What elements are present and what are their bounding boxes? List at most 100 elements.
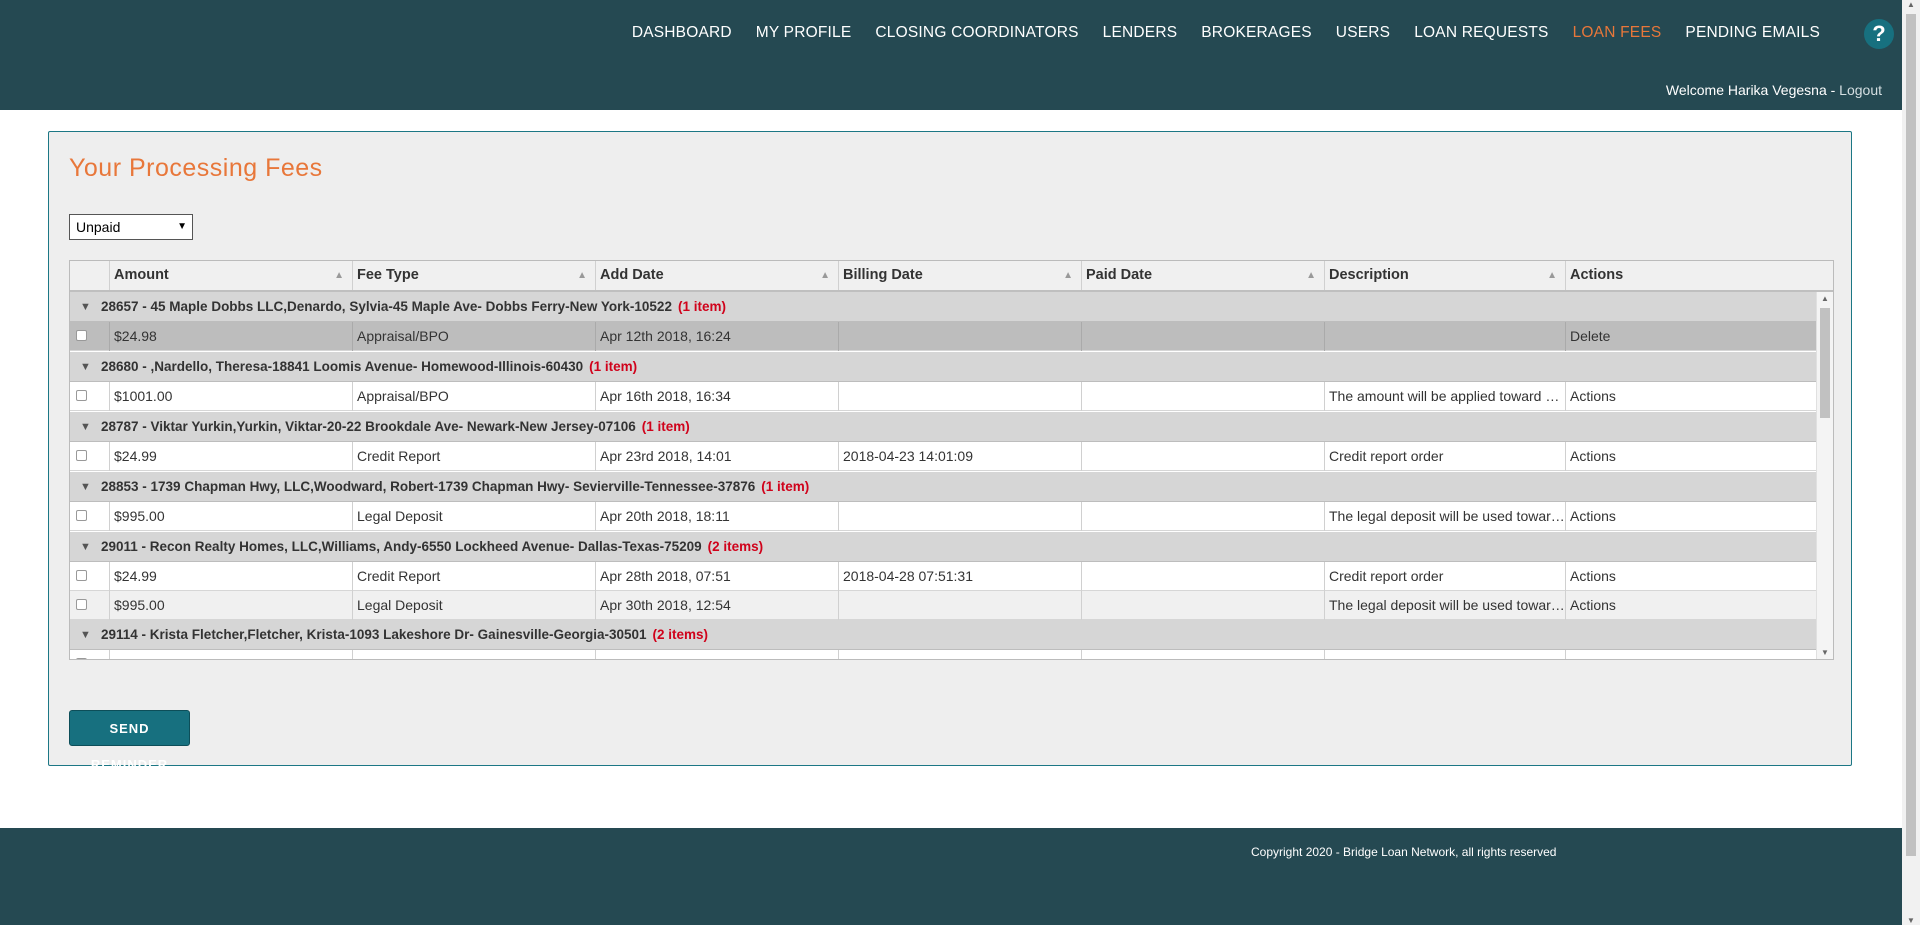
paid-date-cell <box>1082 650 1325 659</box>
header-paid-date[interactable]: Paid Date ▲ <box>1082 261 1325 290</box>
header-checkbox-col <box>70 261 110 290</box>
actions-menu[interactable]: Actions <box>1566 591 1818 620</box>
collapse-arrow-icon[interactable]: ▼ <box>80 532 91 562</box>
actions-menu[interactable]: Actions <box>1566 562 1818 591</box>
nav-loan-requests[interactable]: LOAN REQUESTS <box>1414 24 1548 42</box>
delete-action[interactable]: Delete <box>1566 322 1818 351</box>
table-row[interactable]: $995.00 Legal Deposit Apr 30th 2018, 12:… <box>70 591 1818 620</box>
table-row[interactable]: $24.99 Credit Report Apr 28th 2018, 07:5… <box>70 562 1818 591</box>
group-row[interactable]: ▼ 28680 - ,Nardello, Theresa-18841 Loomi… <box>70 352 1818 382</box>
collapse-arrow-icon[interactable]: ▼ <box>80 292 91 322</box>
actions-menu[interactable]: Actions <box>1566 382 1818 411</box>
group-row[interactable]: ▼ 28787 - Viktar Yurkin,Yurkin, Viktar-2… <box>70 412 1818 442</box>
nav-loan-fees[interactable]: LOAN FEES <box>1573 24 1662 42</box>
header-fee-type[interactable]: Fee Type ▲ <box>353 261 596 290</box>
row-checkbox-cell <box>70 562 110 591</box>
header-add-date[interactable]: Add Date ▲ <box>596 261 839 290</box>
nav-lenders[interactable]: LENDERS <box>1103 24 1178 42</box>
nav-pending-emails[interactable]: PENDING EMAILS <box>1685 24 1820 42</box>
table-row[interactable]: $24.98 Appraisal/BPO Apr 12th 2018, 16:2… <box>70 322 1818 351</box>
copyright-text: Copyright 2020 - Bridge Loan Network, al… <box>1251 845 1557 859</box>
nav-closing-coordinators[interactable]: CLOSING COORDINATORS <box>875 24 1078 42</box>
header-amount[interactable]: Amount ▲ <box>110 261 353 290</box>
sort-icon: ▲ <box>334 270 344 281</box>
nav-my-profile[interactable]: MY PROFILE <box>756 24 852 42</box>
scroll-down-icon[interactable]: ▼ <box>1907 916 1915 925</box>
scroll-up-icon[interactable]: ▲ <box>1821 294 1829 303</box>
group-count: (2 items) <box>652 627 709 642</box>
scroll-up-icon[interactable]: ▲ <box>1907 0 1915 9</box>
group-row[interactable]: ▼ 28853 - 1739 Chapman Hwy, LLC,Woodward… <box>70 472 1818 502</box>
row-checkbox[interactable] <box>76 450 87 461</box>
header-amount-label: Amount <box>114 267 169 283</box>
fees-grid: Amount ▲ Fee Type ▲ Add Date ▲ Billing Date… <box>69 260 1834 660</box>
group-row[interactable]: ▼ 29114 - Krista Fletcher,Fletcher, Kris… <box>70 620 1818 650</box>
row-checkbox[interactable] <box>76 510 87 521</box>
paid-date-cell <box>1082 442 1325 471</box>
grid-scroll-thumb[interactable] <box>1820 308 1830 418</box>
actions-menu[interactable] <box>1566 650 1818 659</box>
collapse-arrow-icon[interactable]: ▼ <box>80 412 91 442</box>
header-fee-type-label: Fee Type <box>357 267 419 283</box>
fee-type-cell: Legal Deposit <box>353 591 596 620</box>
paid-date-cell <box>1082 322 1325 351</box>
paid-date-cell <box>1082 502 1325 531</box>
group-title: 28657 - 45 Maple Dobbs LLC,Denardo, Sylv… <box>101 299 672 314</box>
header-billing-date[interactable]: Billing Date ▲ <box>839 261 1082 290</box>
page-scroll-thumb[interactable] <box>1906 14 1916 856</box>
sort-icon: ▲ <box>1547 270 1557 281</box>
grid-header: Amount ▲ Fee Type ▲ Add Date ▲ Billing Date… <box>70 261 1833 292</box>
add-date-cell: Apr 28th 2018, 07:51 <box>596 562 839 591</box>
header-paid-date-label: Paid Date <box>1086 267 1153 283</box>
paid-date-cell <box>1082 382 1325 411</box>
actions-menu[interactable]: Actions <box>1566 442 1818 471</box>
group-row[interactable]: ▼ 28657 - 45 Maple Dobbs LLC,Denardo, Sy… <box>70 292 1818 322</box>
amount-cell: $24.99 <box>110 562 353 591</box>
table-row[interactable]: $24.99 Credit Report Apr 23rd 2018, 14:0… <box>70 442 1818 471</box>
row-checkbox[interactable] <box>76 570 87 581</box>
row-checkbox-cell <box>70 322 110 351</box>
fee-type-cell <box>353 650 596 659</box>
page-title: Your Processing Fees <box>69 154 323 182</box>
billing-date-cell <box>839 591 1082 620</box>
row-checkbox[interactable] <box>76 330 87 341</box>
page-footer: Copyright 2020 - Bridge Loan Network, al… <box>0 828 1902 925</box>
collapse-arrow-icon[interactable]: ▼ <box>80 352 91 382</box>
row-checkbox-cell <box>70 382 110 411</box>
collapse-arrow-icon[interactable]: ▼ <box>80 472 91 502</box>
amount-cell: $1001.00 <box>110 382 353 411</box>
sort-icon: ▲ <box>577 270 587 281</box>
page-scrollbar[interactable]: ▲ ▼ <box>1902 0 1920 925</box>
fee-type-cell: Credit Report <box>353 442 596 471</box>
nav-dashboard[interactable]: DASHBOARD <box>632 24 732 42</box>
paid-date-cell <box>1082 591 1325 620</box>
row-checkbox[interactable] <box>76 599 87 610</box>
scroll-down-icon[interactable]: ▼ <box>1821 648 1829 657</box>
table-row[interactable]: $995.00 Legal Deposit Apr 20th 2018, 18:… <box>70 502 1818 531</box>
description-cell: The legal deposit will be used toward le… <box>1325 502 1566 531</box>
add-date-cell: Apr 20th 2018, 18:11 <box>596 502 839 531</box>
actions-menu[interactable]: Actions <box>1566 502 1818 531</box>
nav-brokerages[interactable]: BROKERAGES <box>1201 24 1312 42</box>
help-icon[interactable]: ? <box>1864 19 1894 49</box>
add-date-cell: Apr 30th 2018, 12:54 <box>596 591 839 620</box>
amount-cell: $24.99 <box>110 442 353 471</box>
header-description[interactable]: Description ▲ <box>1325 261 1566 290</box>
send-reminder-button[interactable]: SEND REMINDER <box>69 710 190 772</box>
row-checkbox[interactable] <box>76 658 87 659</box>
logout-link[interactable]: Logout <box>1839 82 1882 98</box>
fee-type-cell: Credit Report <box>353 562 596 591</box>
status-filter-select[interactable]: Unpaid ▼ <box>69 214 193 240</box>
group-row[interactable]: ▼ 29011 - Recon Realty Homes, LLC,Willia… <box>70 532 1818 562</box>
dropdown-arrow-icon: ▼ <box>177 221 187 232</box>
collapse-arrow-icon[interactable]: ▼ <box>80 620 91 650</box>
nav-users[interactable]: USERS <box>1336 24 1390 42</box>
billing-date-cell: 2018-04-23 14:01:09 <box>839 442 1082 471</box>
table-row[interactable] <box>70 650 1818 659</box>
row-checkbox[interactable] <box>76 390 87 401</box>
table-row[interactable]: $1001.00 Appraisal/BPO Apr 16th 2018, 16… <box>70 382 1818 411</box>
grid-scrollbar[interactable]: ▲ ▼ <box>1816 292 1833 659</box>
group-title: 29011 - Recon Realty Homes, LLC,Williams… <box>101 539 702 554</box>
row-checkbox-cell <box>70 650 110 659</box>
top-header: DASHBOARD MY PROFILE CLOSING COORDINATOR… <box>0 0 1902 110</box>
